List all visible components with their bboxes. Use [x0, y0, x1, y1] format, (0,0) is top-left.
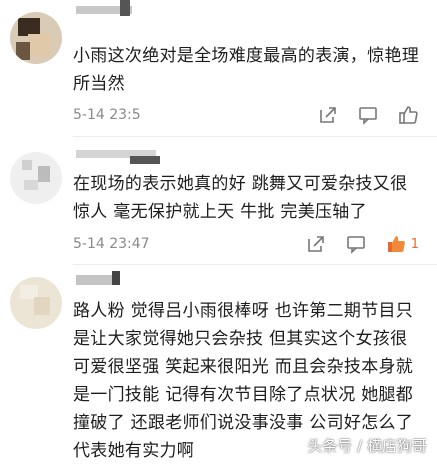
watermark: 头条号 / 横店狗哥: [307, 437, 427, 455]
avatar[interactable]: [10, 277, 62, 329]
comment-item: 在现场的表示她真的好 跳舞又可爱杂技又很惊人 毫无保护就上天 牛批 完美压轴了 …: [0, 140, 437, 265]
share-icon[interactable]: [305, 233, 327, 255]
comment-actions: [299, 104, 419, 126]
like-icon[interactable]: [397, 104, 419, 126]
avatar[interactable]: [10, 12, 62, 64]
comment-actions: 1: [287, 233, 419, 255]
divider: [73, 136, 437, 137]
like-icon[interactable]: 1: [385, 233, 419, 255]
comment-time: 5-14 23:5: [73, 107, 141, 123]
comment-text: 在现场的表示她真的好 跳舞又可爱杂技又很惊人 毫无保护就上天 牛批 完美压轴了: [73, 174, 408, 222]
like-count: 1: [410, 236, 419, 252]
username-mosaic[interactable]: [76, 275, 116, 285]
username-mosaic[interactable]: [120, 0, 130, 16]
share-icon[interactable]: [317, 104, 339, 126]
username-mosaic[interactable]: [130, 156, 160, 164]
username-mosaic[interactable]: [112, 271, 120, 285]
comment-icon[interactable]: [357, 104, 379, 126]
avatar[interactable]: [10, 152, 62, 204]
comment-text: 小雨这次绝对是全场难度最高的表演，惊艳理所当然: [73, 46, 419, 94]
comment-time: 5-14 23:47: [73, 236, 150, 252]
comment-item: 小雨这次绝对是全场难度最高的表演，惊艳理所当然 5-14 23:5: [0, 0, 437, 140]
comment-icon[interactable]: [345, 233, 367, 255]
